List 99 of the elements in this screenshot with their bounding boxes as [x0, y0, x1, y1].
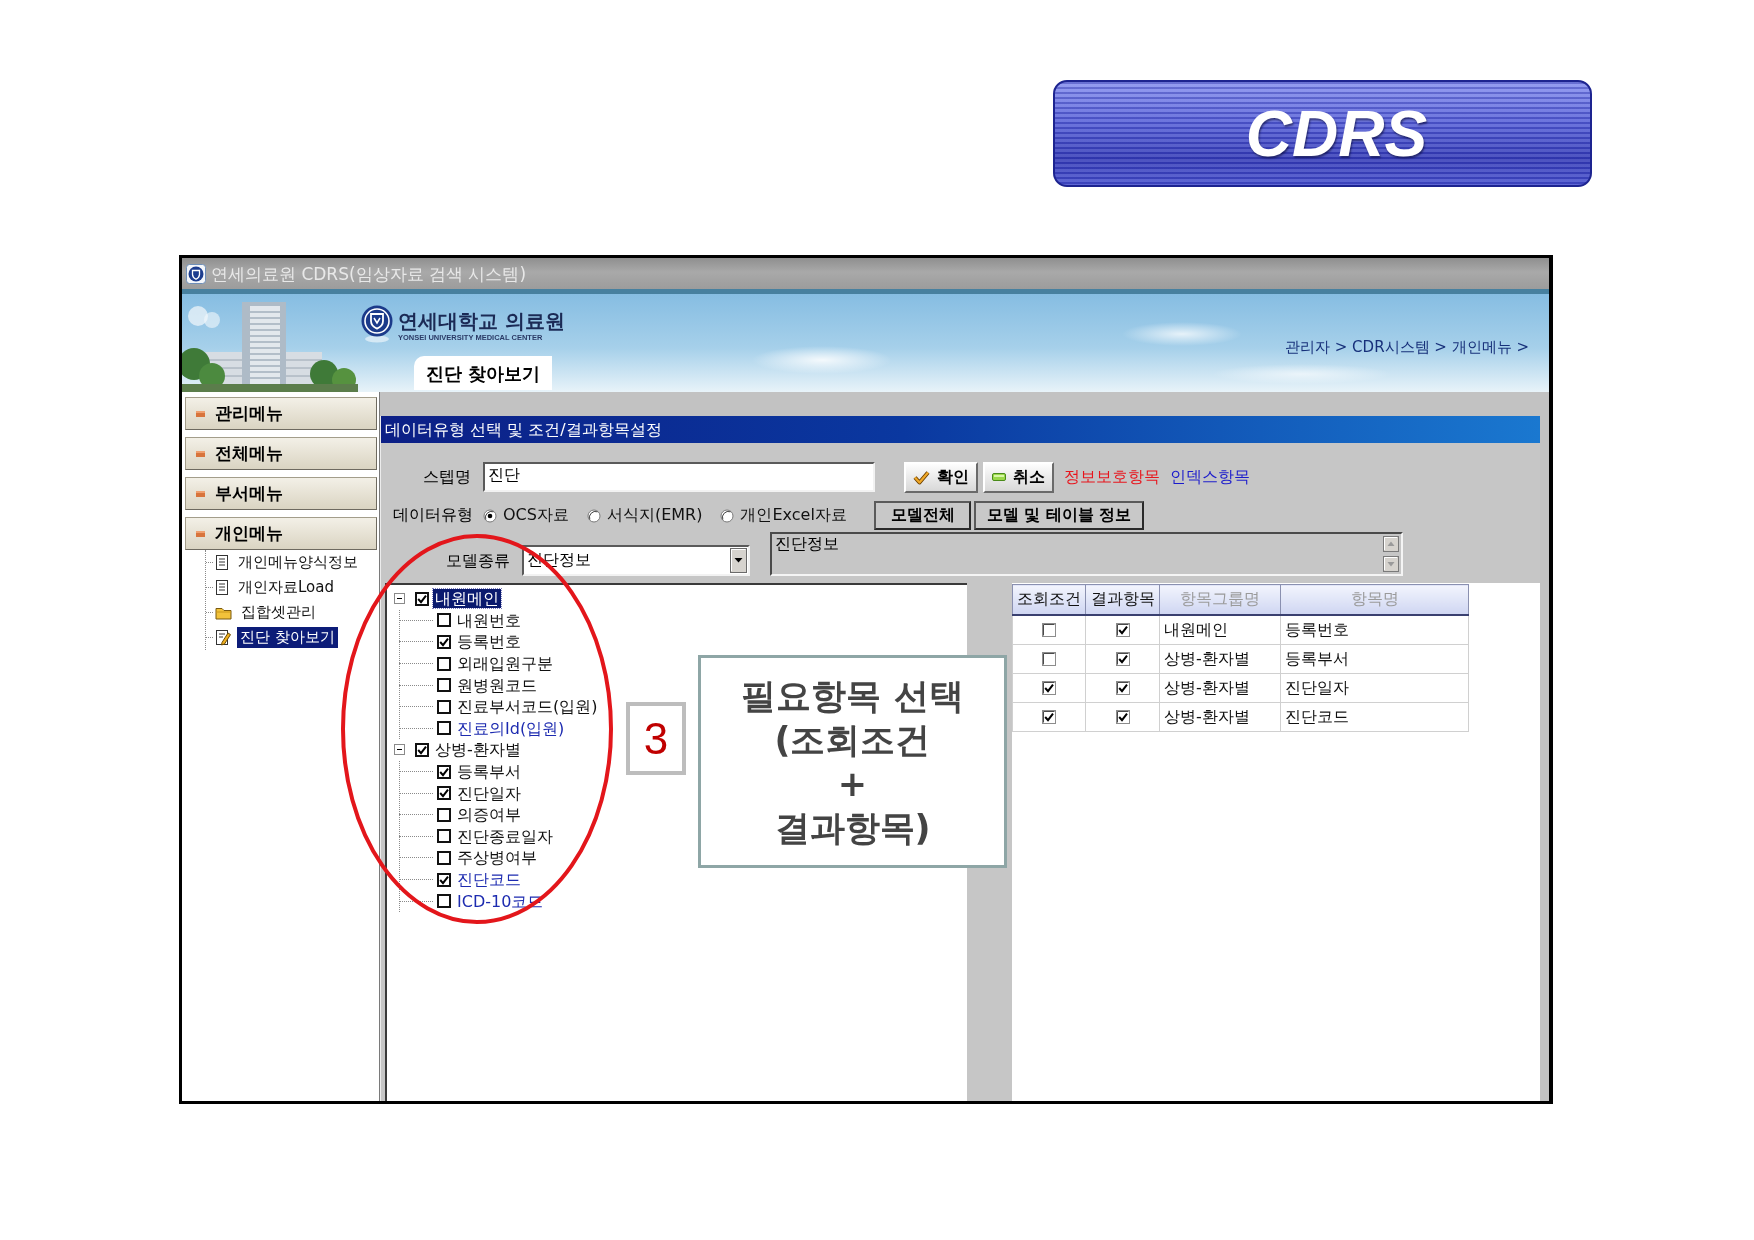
checkbox[interactable]	[1115, 652, 1130, 666]
checkbox[interactable]	[437, 894, 451, 909]
check-icon	[913, 469, 930, 485]
tree-item[interactable]: 진단코드	[455, 870, 523, 889]
checkbox[interactable]	[1042, 623, 1056, 637]
checkbox[interactable]	[1115, 710, 1130, 724]
up-arrow-icon[interactable]	[1383, 536, 1399, 552]
checkbox[interactable]	[437, 635, 451, 649]
checkbox[interactable]	[1115, 623, 1130, 637]
collapse-icon[interactable]	[394, 593, 405, 605]
tree-item[interactable]: 진료부서코드(입원)	[455, 697, 600, 717]
model-button[interactable]: 모델전체	[874, 501, 971, 530]
legend-label: 인덱스항목	[1170, 466, 1250, 488]
table-cell: 상병-환자별	[1159, 644, 1281, 674]
tree-item[interactable]: 진단종료일자	[455, 826, 555, 846]
field-label: 스텝명	[423, 466, 471, 486]
tree-item[interactable]: 진료의Id(입원)	[455, 718, 567, 738]
table-cell: 진단일자	[1280, 673, 1469, 703]
radio-label[interactable]: OCS자료	[503, 505, 569, 526]
model-button[interactable]: 모델 및 테이블 정보	[974, 501, 1144, 530]
emblem-icon	[360, 305, 394, 343]
menu-item[interactable]: 진단 찾아보기	[237, 627, 338, 648]
menu-item[interactable]: 집합셋관리	[238, 602, 319, 623]
checkbox[interactable]	[437, 721, 451, 736]
checkbox[interactable]	[1042, 681, 1056, 695]
legend-label: 정보보호항목	[1064, 466, 1160, 488]
page-title: 진단 찾아보기	[414, 356, 553, 390]
checkbox[interactable]	[415, 591, 429, 606]
checkbox[interactable]	[437, 807, 451, 822]
tree-item[interactable]: 등록부서	[455, 762, 523, 782]
step-name-field[interactable]: 진단	[483, 462, 875, 492]
menu-header[interactable]: 전체메뉴	[185, 437, 377, 470]
menu-header[interactable]: 부서메뉴	[185, 477, 377, 510]
confirm-button[interactable]: 확인	[904, 461, 978, 493]
dash-icon	[992, 473, 1006, 481]
checkbox[interactable]	[1115, 681, 1130, 695]
menu-header[interactable]: 관리메뉴	[185, 397, 377, 430]
radio-button[interactable]	[586, 508, 601, 523]
table-cell: 진단코드	[1280, 702, 1469, 732]
column-header: 항목명	[1280, 584, 1469, 615]
bullet-icon	[196, 490, 205, 497]
folder-icon	[215, 605, 232, 620]
radio-button[interactable]	[483, 508, 497, 523]
pencil-document-icon	[215, 629, 231, 646]
step-number-box: 3	[626, 702, 686, 775]
menu-item[interactable]: 개인메뉴양식정보	[235, 552, 361, 573]
field-label: 모델종류	[446, 551, 510, 570]
tree-item[interactable]: 원병원코드	[455, 675, 539, 695]
table-cell: 상병-환자별	[1159, 702, 1281, 732]
radio-label[interactable]: 개인Excel자료	[740, 505, 847, 526]
collapse-icon[interactable]	[394, 744, 405, 756]
document-icon	[215, 579, 229, 596]
checkbox[interactable]	[437, 829, 451, 844]
checkbox[interactable]	[437, 678, 451, 693]
column-header: 조회조건	[1012, 584, 1086, 615]
checkbox[interactable]	[437, 850, 451, 865]
tree-item[interactable]: 주상병여부	[455, 848, 539, 868]
checkbox[interactable]	[437, 872, 451, 887]
column-header: 항목그룹명	[1159, 584, 1281, 615]
title-banner: CDRS	[1053, 80, 1592, 187]
logo-text: 연세대학교 의료원	[398, 309, 565, 333]
checkbox[interactable]	[437, 699, 451, 714]
field-label: 데이터유형	[393, 505, 473, 524]
checkbox[interactable]	[437, 656, 451, 671]
checkbox[interactable]	[1042, 710, 1056, 724]
cancel-button[interactable]: 취소	[983, 461, 1054, 493]
table-cell: 등록부서	[1280, 644, 1469, 674]
tree-item[interactable]: 상병-환자별	[433, 740, 523, 760]
tree-item[interactable]: 내원번호	[455, 610, 523, 630]
checkbox[interactable]	[437, 764, 451, 779]
table-cell: 내원메인	[1159, 615, 1281, 645]
callout-box: 필요항목 선택 (조회조건 + 결과항목)	[698, 655, 1007, 868]
breadcrumb: 관리자 > CDR시스템 > 개인메뉴 >	[1285, 337, 1530, 357]
checkbox[interactable]	[437, 613, 451, 628]
window-title: 연세의료원 CDRS(임상자료 검색 시스템)	[211, 262, 527, 286]
tree-item[interactable]: 의증여부	[455, 805, 523, 825]
caret-down-icon[interactable]	[730, 548, 747, 573]
bullet-icon	[196, 410, 205, 417]
checkbox[interactable]	[437, 786, 451, 801]
tree-item[interactable]: 외래입원구분	[455, 654, 555, 674]
tree-item[interactable]: 진단일자	[455, 783, 523, 803]
tree-item[interactable]: 등록번호	[455, 632, 523, 652]
radio-button[interactable]	[720, 508, 735, 523]
table-cell: 등록번호	[1280, 615, 1469, 645]
dialog-title: 데이터유형 선택 및 조건/결과항목설정	[381, 416, 1540, 443]
document-icon	[215, 554, 229, 571]
column-header: 결과항목	[1085, 584, 1160, 615]
radio-label[interactable]: 서식지(EMR)	[606, 505, 703, 526]
down-arrow-icon[interactable]	[1383, 556, 1399, 572]
bullet-icon	[196, 530, 205, 537]
menu-header[interactable]: 개인메뉴	[185, 517, 377, 550]
description-field[interactable]: 진단정보	[770, 532, 1403, 576]
tree-item[interactable]: 내원메인	[433, 589, 501, 609]
checkbox[interactable]	[1042, 652, 1056, 666]
emblem-icon	[186, 264, 206, 284]
bullet-icon	[196, 450, 205, 457]
menu-item[interactable]: 개인자료Load	[235, 577, 337, 598]
table-cell: 상병-환자별	[1159, 673, 1281, 703]
checkbox[interactable]	[415, 742, 429, 757]
